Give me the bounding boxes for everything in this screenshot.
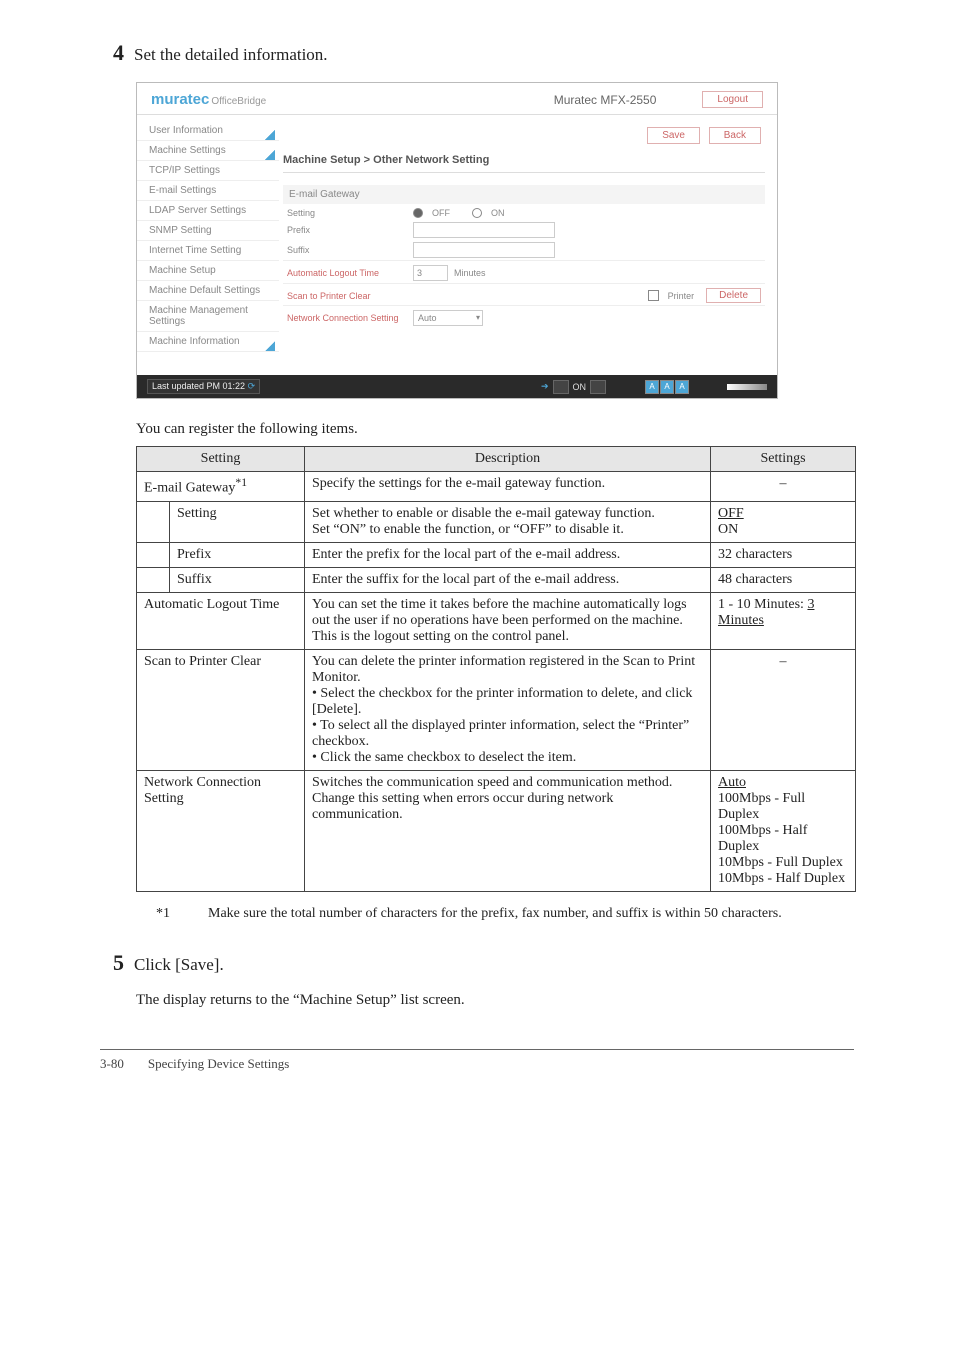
row-setting-set-on: ON <box>718 522 738 537</box>
row-prefix-set: 32 characters <box>711 542 856 567</box>
row-suffix-name: Suffix <box>170 567 305 592</box>
sidebar-item-snmp[interactable]: SNMP Setting <box>137 221 279 241</box>
row-netconn-name: Network Connection Setting <box>137 770 305 891</box>
footer-title: Specifying Device Settings <box>148 1056 290 1072</box>
row-autologout-set1a: 1 - 10 Minutes: <box>718 597 807 612</box>
intro-text: You can register the following items. <box>136 421 854 438</box>
sidebar: User Information Machine Settings TCP/IP… <box>137 115 279 375</box>
row-prefix-name: Prefix <box>170 542 305 567</box>
row-netconn-label: Network Connection Setting <box>287 313 407 323</box>
footnote-text: Make sure the total number of characters… <box>208 906 782 922</box>
th-settings: Settings <box>711 447 856 472</box>
section-email-gateway: E-mail Gateway <box>283 185 765 204</box>
printer-checkbox[interactable] <box>648 290 659 301</box>
th-description: Description <box>305 447 711 472</box>
back-button[interactable]: Back <box>709 127 761 144</box>
footer-page: 3-80 <box>100 1056 124 1072</box>
row-autologout-set2: Minutes <box>718 613 764 628</box>
netconn-select[interactable]: Auto <box>413 310 483 326</box>
sidebar-item-machine-setup[interactable]: Machine Setup <box>137 261 279 281</box>
sidebar-item-tcpip[interactable]: TCP/IP Settings <box>137 161 279 181</box>
row-suffix-label: Suffix <box>287 245 407 255</box>
prefix-input[interactable] <box>413 222 555 238</box>
sidebar-item-email[interactable]: E-mail Settings <box>137 181 279 201</box>
row-prefix-label: Prefix <box>287 225 407 235</box>
row-netconn-set1: Auto <box>718 775 746 790</box>
row-netconn-setrest: 100Mbps - Full Duplex 100Mbps - Half Dup… <box>718 791 845 886</box>
row-autologout-name: Automatic Logout Time <box>137 592 305 649</box>
footnote-mark: *1 <box>156 906 184 922</box>
autologout-unit: Minutes <box>454 268 486 278</box>
sidebar-item-machine-settings[interactable]: Machine Settings <box>137 141 279 161</box>
autologout-input[interactable]: 3 <box>413 265 448 281</box>
status-on: ON <box>573 382 587 392</box>
row-setting-name: Setting <box>170 501 305 542</box>
suffix-input[interactable] <box>413 242 555 258</box>
step-5-number: 5 <box>100 950 124 976</box>
row-scantoprinter-desc: You can delete the printer information r… <box>305 649 711 770</box>
row-prefix-desc: Enter the prefix for the local part of t… <box>305 542 711 567</box>
row-scantoprinter-name: Scan to Printer Clear <box>137 649 305 770</box>
row-setting-set-off: OFF <box>718 506 744 521</box>
sidebar-item-user-information[interactable]: User Information <box>137 121 279 141</box>
settings-table: Setting Description Settings E-mail Gate… <box>136 446 856 892</box>
device-name: Muratec MFX-2550 <box>554 93 657 107</box>
sidebar-item-machine-management[interactable]: Machine Management Settings <box>137 301 279 332</box>
sidebar-item-ldap[interactable]: LDAP Server Settings <box>137 201 279 221</box>
breadcrumb: Machine Setup > Other Network Setting <box>283 154 765 173</box>
step-4-text: Set the detailed information. <box>134 45 854 65</box>
delete-button[interactable]: Delete <box>706 288 761 303</box>
logout-button[interactable]: Logout <box>702 91 763 108</box>
row-autologout-set1b: 3 <box>807 597 814 612</box>
row-emailgateway-set: – <box>711 472 856 502</box>
radio-on[interactable] <box>472 208 482 218</box>
row-netconn-desc: Switches the communication speed and com… <box>305 770 711 891</box>
row-emailgateway-name: E-mail Gateway <box>144 481 235 496</box>
radio-on-label: ON <box>491 208 505 218</box>
row-setting-label: Setting <box>287 208 407 218</box>
row-setting-desc: Set whether to enable or disable the e-m… <box>305 501 711 542</box>
arrow-icon: ➔ <box>541 381 549 392</box>
meter-icon <box>727 384 767 390</box>
row-emailgateway-sup: *1 <box>235 476 247 489</box>
radio-off-label: OFF <box>432 208 450 218</box>
brand-subtitle: OfficeBridge <box>211 96 266 107</box>
row-suffix-desc: Enter the suffix for the local part of t… <box>305 567 711 592</box>
step-4-number: 4 <box>100 40 124 66</box>
refresh-icon[interactable]: ⟳ <box>248 381 256 391</box>
sidebar-item-internet-time[interactable]: Internet Time Setting <box>137 241 279 261</box>
printer-status-icon <box>553 380 569 394</box>
radio-off[interactable] <box>413 208 423 218</box>
row-scantoprinter-label: Scan to Printer Clear <box>287 291 407 301</box>
sidebar-item-machine-information[interactable]: Machine Information <box>137 332 279 352</box>
th-setting: Setting <box>137 447 305 472</box>
screenshot-panel: muratecOfficeBridge Muratec MFX-2550 Log… <box>136 82 778 399</box>
save-button[interactable]: Save <box>647 127 700 144</box>
step-5-post: The display returns to the “Machine Setu… <box>136 992 854 1009</box>
brand-logo: muratec <box>151 91 209 108</box>
row-emailgateway-desc: Specify the settings for the e-mail gate… <box>305 472 711 502</box>
row-autologout-desc: You can set the time it takes before the… <box>305 592 711 649</box>
printer-checkbox-label: Printer <box>668 291 695 301</box>
row-suffix-set: 48 characters <box>711 567 856 592</box>
font-size-controls[interactable]: AAA <box>644 380 689 394</box>
row-scantoprinter-set: – <box>711 649 856 770</box>
status-updated: Last updated PM 01:22 <box>152 381 245 391</box>
sidebar-item-machine-default[interactable]: Machine Default Settings <box>137 281 279 301</box>
step-5-text: Click [Save]. <box>134 955 854 975</box>
status-icon <box>590 380 606 394</box>
row-autologout-label: Automatic Logout Time <box>287 268 407 278</box>
